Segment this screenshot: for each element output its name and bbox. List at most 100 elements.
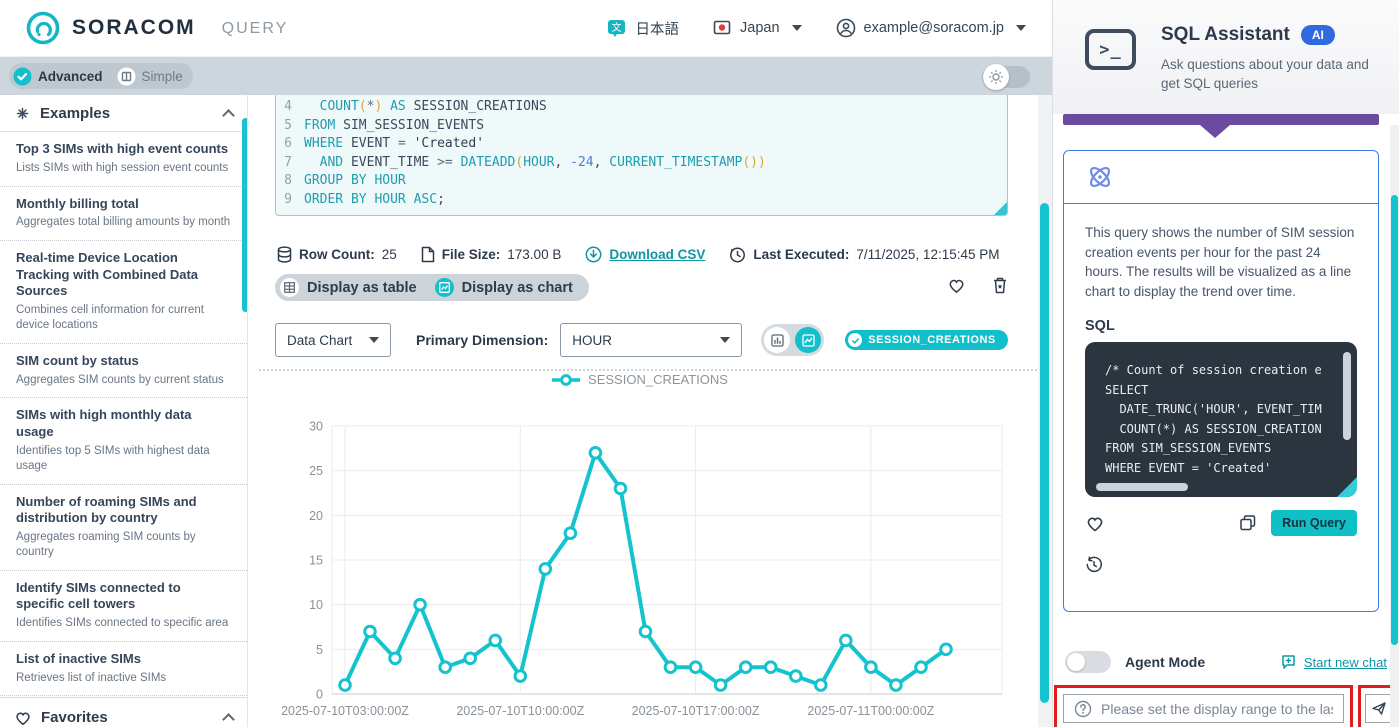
sun-icon bbox=[989, 70, 1003, 84]
chevron-down-icon bbox=[369, 337, 379, 343]
line-chart-icon[interactable] bbox=[795, 327, 822, 353]
editor-resize-handle[interactable] bbox=[994, 202, 1007, 215]
mode-simple-button[interactable]: Simple bbox=[117, 67, 183, 86]
assistant-scrollbar-thumb[interactable] bbox=[1391, 195, 1398, 645]
copy-icon[interactable] bbox=[1239, 514, 1257, 532]
file-size: File Size: 173.00 B bbox=[421, 246, 561, 263]
language-switch[interactable]: 文 日本語 bbox=[607, 18, 679, 39]
chart-type-value: Data Chart bbox=[287, 332, 353, 348]
svg-text:25: 25 bbox=[309, 464, 323, 478]
chart-icon bbox=[434, 278, 454, 297]
start-new-chat-link[interactable]: Start new chat bbox=[1281, 654, 1387, 670]
run-query-button[interactable]: Run Query bbox=[1271, 510, 1357, 537]
send-button[interactable] bbox=[1365, 694, 1392, 723]
examples-list: Top 3 SIMs with high event counts Lists S… bbox=[0, 132, 247, 727]
display-as-chart-button[interactable]: Display as chart bbox=[434, 278, 573, 297]
primary-dimension-value: HOUR bbox=[572, 332, 613, 348]
sidebar-example-item[interactable]: Top 3 SIMs with high event counts Lists S… bbox=[0, 132, 247, 187]
account-menu[interactable]: example@soracom.jp bbox=[836, 18, 1026, 38]
editor-mode-switch: Advanced Simple bbox=[9, 63, 193, 89]
sidebar-example-item[interactable]: SIM count by status Aggregates SIM counts… bbox=[0, 344, 247, 399]
main-area: SORACOM QUERY 文 日本語 Japan example@soraco… bbox=[0, 0, 1052, 727]
download-csv[interactable]: Download CSV bbox=[585, 246, 705, 263]
file-icon bbox=[421, 246, 435, 263]
favorite-heart-icon[interactable] bbox=[947, 276, 966, 294]
heart-icon bbox=[14, 709, 32, 726]
agent-mode-knob bbox=[1067, 653, 1085, 671]
primary-dimension-select[interactable]: HOUR bbox=[560, 323, 743, 357]
display-as-table-button[interactable]: Display as table bbox=[280, 278, 417, 297]
translate-icon: 文 bbox=[607, 19, 628, 38]
chat-input-container bbox=[1063, 694, 1344, 723]
sidebar-example-item[interactable]: Number of roaming SIMs and distribution … bbox=[0, 485, 247, 571]
theme-toggle-knob bbox=[983, 64, 1009, 90]
download-csv-link[interactable]: Download CSV bbox=[609, 247, 705, 262]
assistant-sql-code[interactable]: /* Count of session creation e SELECT DAT… bbox=[1085, 342, 1357, 498]
agent-mode-toggle[interactable] bbox=[1065, 651, 1111, 673]
mode-simple-label: Simple bbox=[141, 68, 183, 84]
assistant-footer: Agent Mode Start new chat bbox=[1053, 639, 1399, 727]
collapse-icon[interactable] bbox=[222, 713, 235, 726]
assistant-card-body: This query shows the number of SIM sessi… bbox=[1064, 204, 1378, 574]
main-scrollbar-track[interactable] bbox=[1038, 95, 1052, 727]
last-executed-label: Last Executed: bbox=[753, 247, 850, 262]
sidebar-example-item[interactable]: SIMs with high monthly data usage Identif… bbox=[0, 398, 247, 485]
trash-icon[interactable] bbox=[992, 276, 1008, 294]
assistant-title: SQL Assistant bbox=[1161, 24, 1290, 45]
agent-mode-label: Agent Mode bbox=[1125, 654, 1206, 670]
favorite-heart-icon[interactable] bbox=[1085, 514, 1105, 532]
app-header: SORACOM QUERY 文 日本語 Japan example@soraco… bbox=[0, 0, 1052, 57]
sidebar-example-item[interactable]: Identify SIMs connected to specific cell… bbox=[0, 571, 247, 642]
sidebar-example-item[interactable]: List of inactive SIMs Retrieves list of i… bbox=[0, 642, 247, 697]
code-resize-handle[interactable] bbox=[1337, 477, 1357, 498]
chart-legend[interactable]: SESSION_CREATIONS bbox=[267, 372, 1012, 387]
sidebar-example-item[interactable]: Real-time Device Location Tracking with … bbox=[0, 241, 247, 344]
sidebar-example-item[interactable]: Monthly billing total Aggregates total bi… bbox=[0, 187, 247, 242]
mode-advanced-label: Advanced bbox=[38, 68, 103, 84]
mode-advanced-button[interactable]: Advanced bbox=[13, 67, 103, 86]
history-icon[interactable] bbox=[1085, 556, 1357, 574]
theme-toggle[interactable] bbox=[982, 64, 1030, 90]
chat-input[interactable] bbox=[1101, 700, 1333, 717]
legend-label: SESSION_CREATIONS bbox=[588, 372, 728, 387]
sidebar-scrollbar[interactable] bbox=[242, 118, 247, 312]
chart-type-select[interactable]: Data Chart bbox=[275, 323, 391, 357]
result-actions bbox=[947, 276, 1008, 294]
examples-icon bbox=[14, 105, 31, 122]
code-horizontal-scrollbar[interactable] bbox=[1096, 483, 1188, 492]
chart-area: 0 5 10 15 20 25 30 2025-07-10T03:00:00Z 2025-07-… bbox=[267, 393, 1012, 727]
examples-header[interactable]: Examples bbox=[0, 95, 247, 132]
ai-badge: AI bbox=[1300, 25, 1335, 45]
svg-text:2025-07-10T17:00:00Z: 2025-07-10T17:00:00Z bbox=[632, 704, 760, 718]
metric-badge-label: SESSION_CREATIONS bbox=[868, 334, 996, 346]
svg-text:30: 30 bbox=[309, 420, 323, 434]
chat-plus-icon bbox=[1282, 655, 1295, 669]
line-chart[interactable]: 0 5 10 15 20 25 30 2025-07-10T03:00:00Z 2025-07-… bbox=[267, 393, 1012, 727]
chevron-down-icon bbox=[1016, 25, 1026, 31]
chat-input-highlight bbox=[1054, 685, 1353, 727]
primary-dimension-label: Primary Dimension: bbox=[416, 332, 549, 348]
metric-badge[interactable]: SESSION_CREATIONS bbox=[845, 330, 1008, 350]
terminal-icon: >_ bbox=[1085, 29, 1136, 70]
collapse-icon[interactable] bbox=[222, 109, 235, 122]
main-scrollbar-thumb[interactable] bbox=[1040, 203, 1049, 703]
assistant-scrollbar-track[interactable] bbox=[1390, 125, 1399, 727]
table-icon bbox=[280, 278, 299, 297]
svg-text:5: 5 bbox=[316, 643, 323, 657]
svg-text:文: 文 bbox=[611, 21, 621, 34]
row-count: Row Count: 25 bbox=[277, 246, 397, 263]
columns-icon bbox=[117, 67, 136, 86]
bar-chart-icon[interactable] bbox=[764, 327, 791, 353]
assistant-divider-pointer bbox=[1200, 125, 1230, 138]
question-circle-icon bbox=[1074, 700, 1092, 717]
soracom-logo-icon bbox=[26, 11, 60, 45]
sql-editor[interactable]: 4 COUNT(*) AS SESSION_CREATIONS 5 FROM SIM… bbox=[275, 95, 1008, 216]
brand: SORACOM QUERY bbox=[26, 11, 288, 45]
favorites-header[interactable]: Favorites bbox=[0, 697, 247, 727]
assistant-message-card: This query shows the number of SIM sessi… bbox=[1063, 150, 1379, 612]
country-selector[interactable]: Japan bbox=[713, 20, 802, 36]
sql-section-label: SQL bbox=[1085, 318, 1115, 335]
check-circle-icon bbox=[13, 67, 32, 86]
chart-style-toggle bbox=[761, 324, 825, 356]
code-vertical-scrollbar[interactable] bbox=[1343, 352, 1351, 441]
